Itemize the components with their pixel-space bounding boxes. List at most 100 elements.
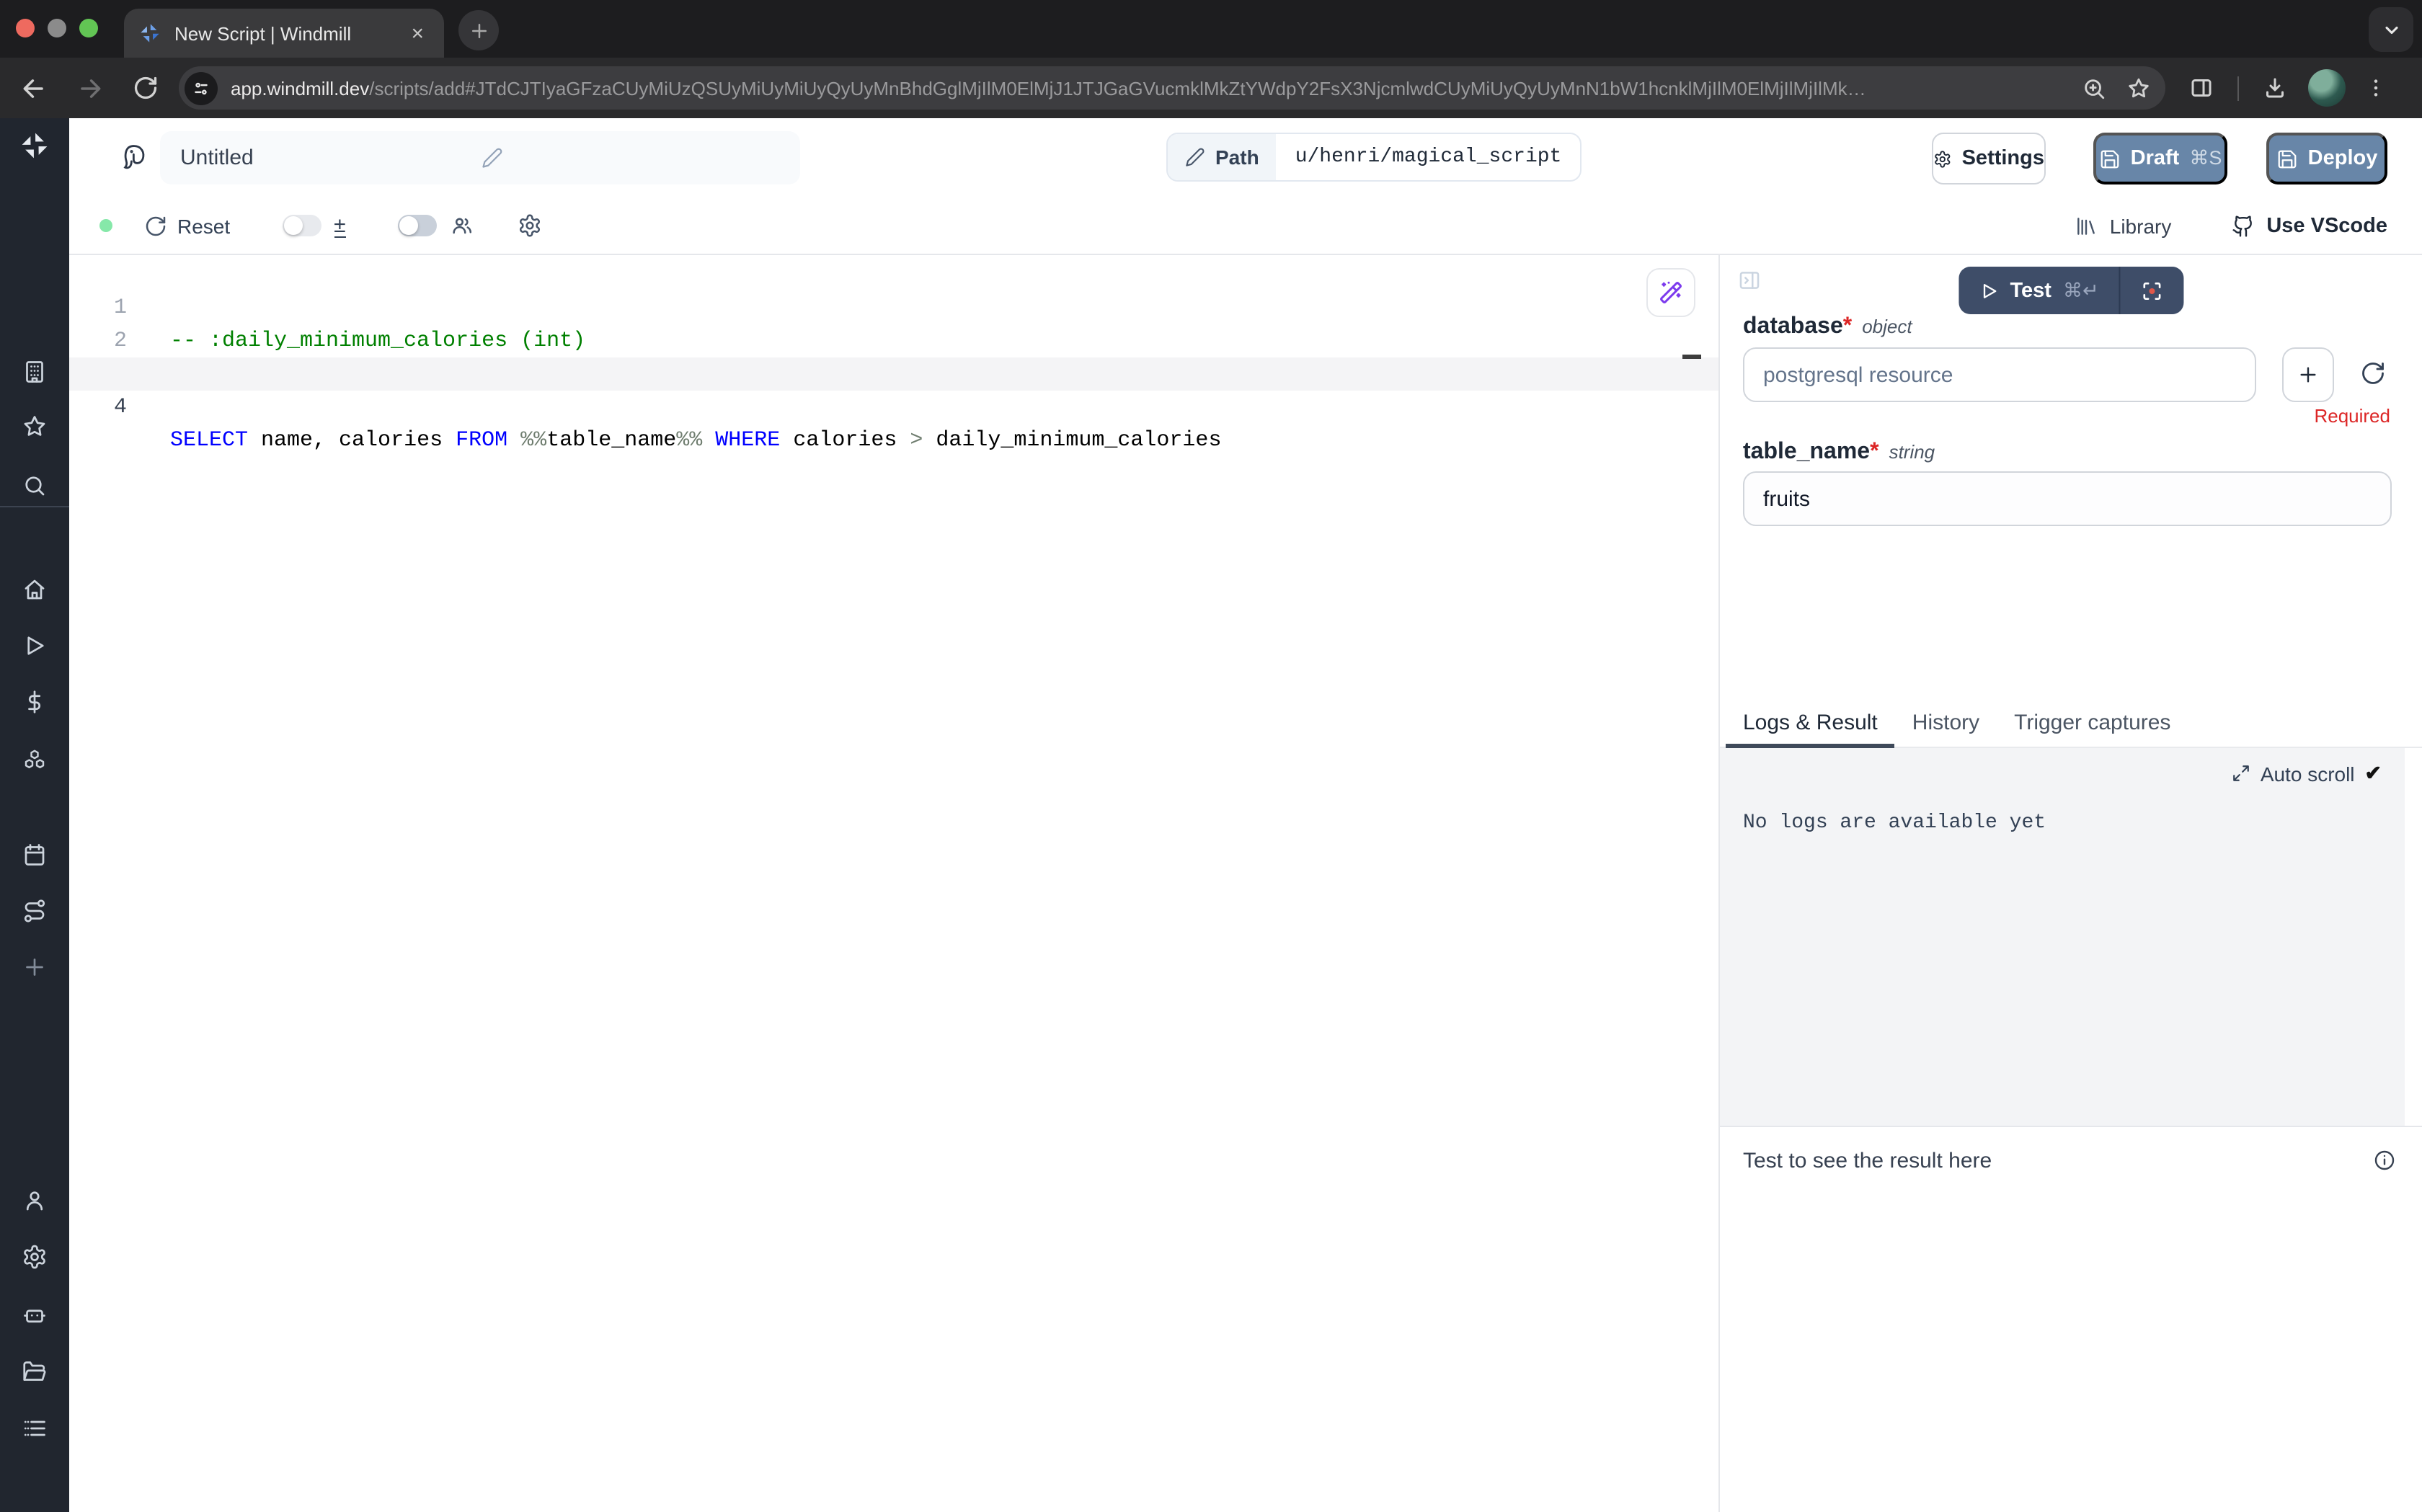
sidebar-item-audit-logs[interactable] xyxy=(22,1415,48,1441)
table-name-field-label: table_name*string xyxy=(1743,440,1935,466)
capture-button[interactable] xyxy=(2121,267,2184,314)
auto-scroll-control[interactable]: Auto scroll ✔ xyxy=(2232,761,2382,786)
postgresql-icon xyxy=(118,143,148,173)
script-name-value: Untitled xyxy=(180,146,482,170)
capture-target-icon xyxy=(2141,279,2164,302)
reload-icon[interactable] xyxy=(133,75,159,101)
sidebar-item-create[interactable] xyxy=(22,954,48,980)
tab-trigger-captures[interactable]: Trigger captures xyxy=(1997,699,2188,747)
sidebar-item-folders[interactable] xyxy=(22,1359,48,1385)
forward-icon[interactable] xyxy=(76,74,104,102)
editor-settings-icon[interactable] xyxy=(518,213,542,238)
save-icon xyxy=(2099,148,2121,169)
sidebar-item-home[interactable] xyxy=(22,577,48,602)
required-asterisk: * xyxy=(1870,440,1878,464)
url-bar[interactable]: app.windmill.dev/scripts/add#JTdCJTIyaGF… xyxy=(179,66,2165,110)
close-window-button[interactable] xyxy=(16,19,35,37)
windmill-logo-icon[interactable] xyxy=(19,130,50,161)
multiplayer-toggle[interactable] xyxy=(398,215,437,236)
code-lines: 1 -- :daily_minimum_calories (int) 2 -- … xyxy=(69,258,1718,391)
draft-label: Draft xyxy=(2131,147,2180,170)
back-icon[interactable] xyxy=(20,74,48,102)
logs-empty-message: No logs are available yet xyxy=(1743,811,2046,835)
tab-history[interactable]: History xyxy=(1895,699,1997,747)
sidebar-item-variables[interactable] xyxy=(22,689,48,715)
info-icon[interactable] xyxy=(2373,1149,2396,1172)
code-line[interactable]: 3 xyxy=(69,324,1718,357)
profile-avatar[interactable] xyxy=(2308,69,2346,107)
magic-wand-icon xyxy=(1658,280,1684,306)
code-line[interactable]: 2 -- %%table_name%% fruits/vegetables/ce… xyxy=(69,291,1718,324)
sidebar-item-settings[interactable] xyxy=(22,1244,48,1270)
content-area: 1 -- :daily_minimum_calories (int) 2 -- … xyxy=(69,255,2422,1512)
settings-button[interactable]: Settings xyxy=(1932,133,2046,184)
minimize-window-button[interactable] xyxy=(48,19,66,37)
url-path: /scripts/add#JTdCJTIyaGFzaCUyMiUzQSUyMiU… xyxy=(369,77,1866,99)
add-resource-button[interactable] xyxy=(2282,347,2334,402)
sidebar-item-favorites[interactable] xyxy=(22,414,48,440)
download-icon[interactable] xyxy=(2262,75,2288,101)
required-asterisk: * xyxy=(1843,314,1852,339)
path-value: u/henri/magical_script xyxy=(1277,134,1581,180)
edit-name-pencil-icon[interactable] xyxy=(482,147,783,169)
sidebar-item-workers[interactable] xyxy=(22,1302,48,1328)
bookmark-star-icon[interactable] xyxy=(2126,76,2151,100)
path-label: Path xyxy=(1215,146,1259,169)
diff-toggle[interactable] xyxy=(282,215,321,236)
draft-button[interactable]: Draft ⌘S xyxy=(2093,133,2227,184)
url-text: app.windmill.dev/scripts/add#JTdCJTIyaGF… xyxy=(231,77,2062,99)
sidebar-item-runs[interactable] xyxy=(22,633,48,659)
toolbar-divider xyxy=(2237,76,2239,100)
reset-button[interactable]: Reset xyxy=(144,214,230,237)
code-line-active[interactable]: 4 SELECT name, calories FROM %%table_nam… xyxy=(69,357,1718,391)
sidebar-item-workspaces[interactable] xyxy=(22,359,48,385)
plus-icon xyxy=(2297,363,2320,386)
sidebar-item-resources[interactable] xyxy=(22,748,48,774)
sidebar-item-search[interactable] xyxy=(22,473,48,499)
test-shortcut: ⌘↵ xyxy=(2063,279,2099,302)
browser-menu-icon[interactable] xyxy=(2364,76,2387,99)
ai-generate-button[interactable] xyxy=(1646,268,1695,317)
site-settings-icon[interactable] xyxy=(185,71,218,104)
auto-scroll-label: Auto scroll xyxy=(2261,762,2355,785)
sidebar-item-users[interactable] xyxy=(22,1188,48,1214)
code-line[interactable]: 1 -- :daily_minimum_calories (int) xyxy=(69,258,1718,291)
zoom-window-button[interactable] xyxy=(79,19,98,37)
script-name-input[interactable]: Untitled xyxy=(160,131,800,184)
logs-area: Auto scroll ✔ No logs are available yet xyxy=(1720,748,2405,1126)
save-icon xyxy=(2276,148,2298,169)
tab-search-button[interactable] xyxy=(2369,7,2413,52)
checkmark-icon: ✔ xyxy=(2365,761,2382,786)
browser-chrome: New Script | Windmill × xyxy=(0,0,2422,118)
edit-path-pencil-icon xyxy=(1185,147,1205,167)
github-icon xyxy=(2232,214,2255,237)
path-chip[interactable]: Path u/henri/magical_script xyxy=(1166,133,1582,182)
path-label-section: Path xyxy=(1168,134,1277,180)
test-button[interactable]: Test ⌘↵ xyxy=(1958,267,2119,314)
field-type: object xyxy=(1862,316,1912,337)
browser-toolbar: app.windmill.dev/scripts/add#JTdCJTIyaGF… xyxy=(0,58,2422,118)
database-resource-select[interactable] xyxy=(1743,347,2256,402)
new-tab-button[interactable] xyxy=(458,10,499,50)
zoom-page-icon[interactable] xyxy=(2082,76,2106,100)
tab-logs-result[interactable]: Logs & Result xyxy=(1726,699,1895,747)
field-type: string xyxy=(1889,441,1935,463)
side-panel-icon[interactable] xyxy=(2188,75,2214,101)
refresh-icon xyxy=(144,214,167,237)
test-button-group: Test ⌘↵ xyxy=(1958,267,2183,314)
refresh-resources-button[interactable] xyxy=(2360,360,2386,386)
sidebar-item-schedules[interactable] xyxy=(22,842,48,868)
browser-tab[interactable]: New Script | Windmill × xyxy=(124,9,444,58)
panel-tabs: Logs & Result History Trigger captures xyxy=(1720,699,2422,748)
table-name-input[interactable] xyxy=(1743,471,2392,526)
database-field-label: database*object xyxy=(1743,314,1912,340)
sidebar-item-triggers[interactable] xyxy=(22,898,48,924)
library-button[interactable]: Library xyxy=(2075,214,2172,237)
close-tab-icon[interactable]: × xyxy=(405,21,430,45)
code-editor[interactable]: 1 -- :daily_minimum_calories (int) 2 -- … xyxy=(69,255,1718,1512)
use-vscode-button[interactable]: Use VScode xyxy=(2232,214,2387,237)
deploy-button[interactable]: Deploy xyxy=(2266,133,2387,184)
library-icon xyxy=(2075,214,2098,237)
draft-shortcut: ⌘S xyxy=(2189,147,2222,170)
collapse-panel-icon[interactable] xyxy=(1737,268,1762,293)
